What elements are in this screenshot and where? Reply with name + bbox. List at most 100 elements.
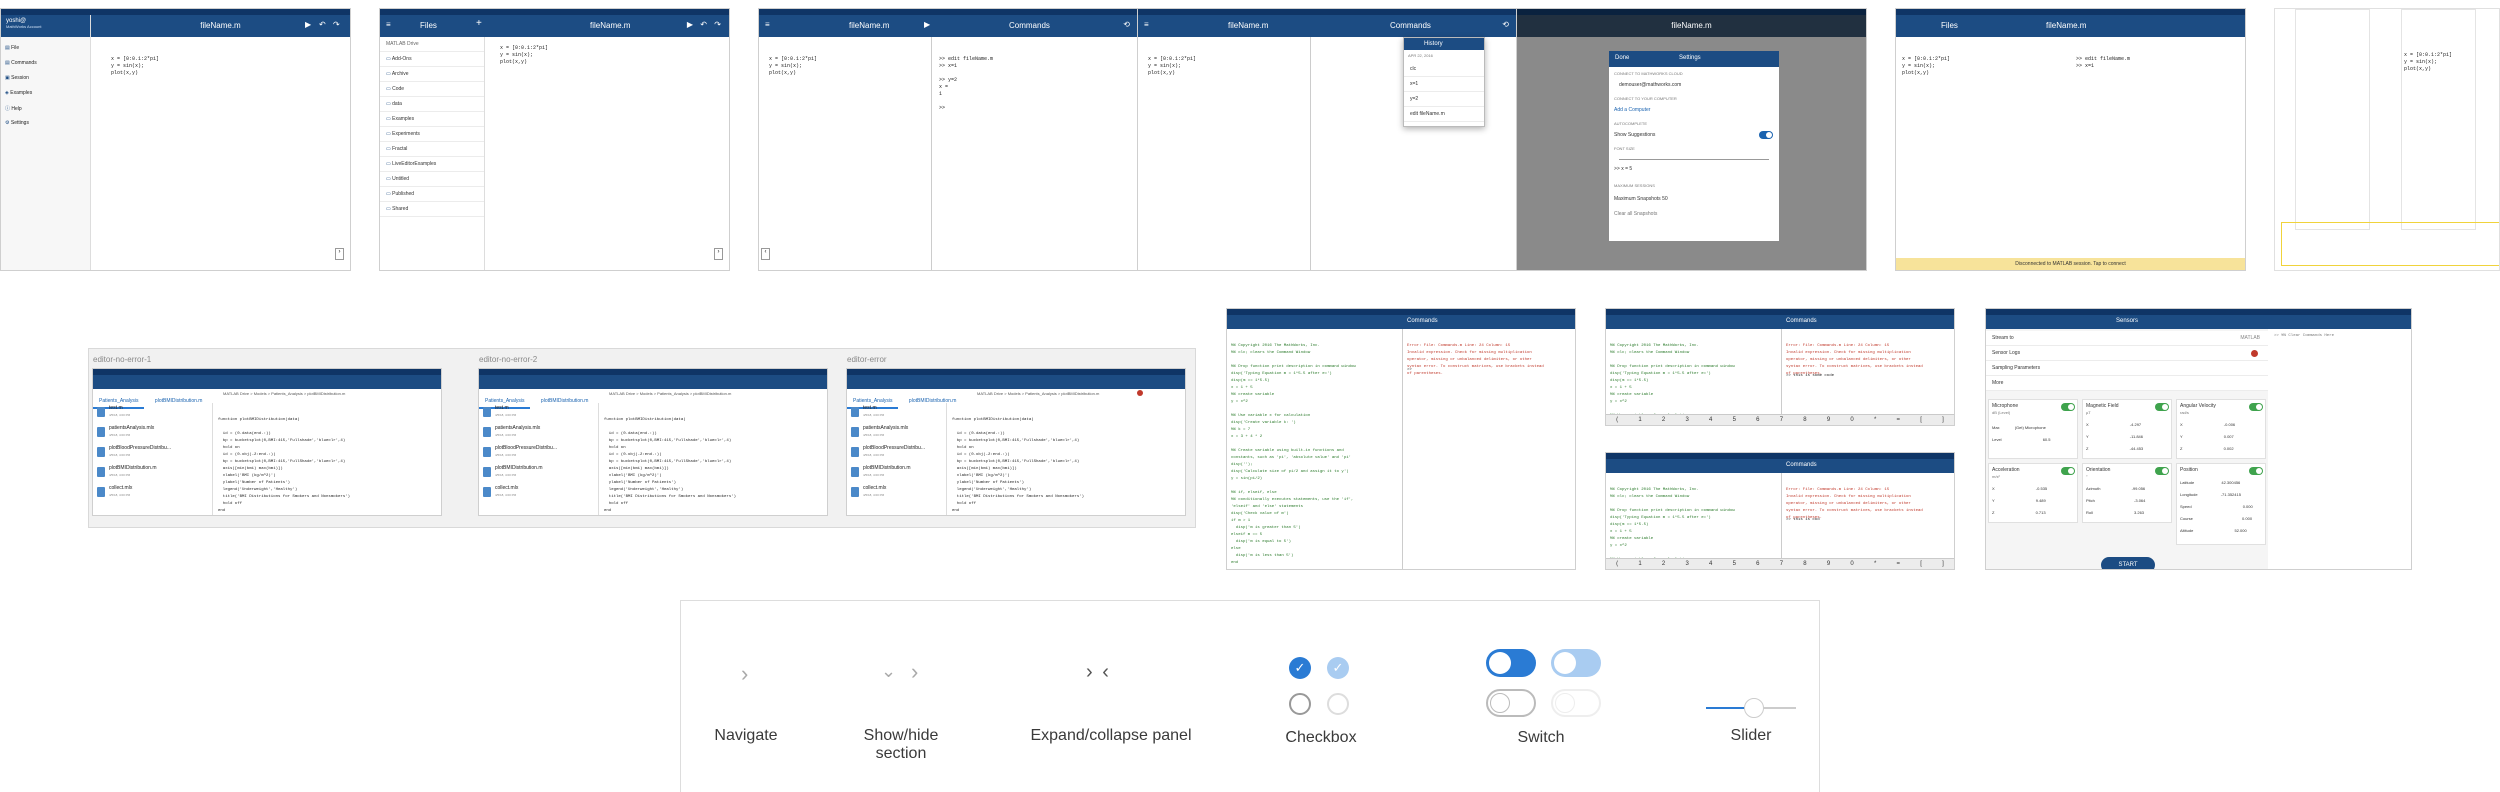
collapse-button[interactable]: ›	[335, 248, 344, 260]
account-header[interactable]: yoshi@ MathWorks Account	[1, 15, 90, 37]
key[interactable]: 5	[1733, 417, 1736, 423]
code-block[interactable]: x = [0:0.1:2*pi] y = sin(x); plot(x,y)	[1902, 42, 1950, 91]
undo-icon[interactable]: ↶	[700, 20, 707, 29]
chevron-down-icon[interactable]: ⌄	[881, 661, 896, 682]
menu-item-examples[interactable]: ◈ Examples	[5, 90, 32, 96]
navigate-icon[interactable]: ›	[741, 661, 748, 687]
menu-item-file[interactable]: ▤ File	[5, 45, 19, 51]
command-side[interactable]: >> %% Clear Commands Here	[2274, 333, 2334, 340]
start-button[interactable]: START	[2101, 557, 2155, 569]
editor-code[interactable]: %% Copyright 2016 The MathWorks, Inc.%% …	[1610, 475, 1735, 569]
code-block[interactable]: x = [0:0.1:2*pi] y = sin(x); plot(x,y)	[769, 42, 817, 91]
key[interactable]: [	[1920, 561, 1922, 567]
sensor-switch[interactable]	[2061, 467, 2075, 475]
list-item[interactable]: plotBloodPressureDistribu... 4/5/18, 4:00…	[97, 445, 171, 463]
editor-code[interactable]: %% Copyright 2016 The MathWorks, Inc.%% …	[1610, 331, 1735, 425]
key[interactable]: (	[1616, 417, 1618, 423]
more-row[interactable]: More	[1986, 376, 2268, 391]
list-item[interactable]: test.m 4/5/18, 4:00 PM	[97, 405, 130, 423]
list-item[interactable]: plotBMIDistribution.m 4/5/18, 4:00 PM	[97, 465, 157, 483]
command-input[interactable]: >> this is cod	[1786, 517, 1820, 524]
divider[interactable]	[1781, 473, 1782, 558]
folder-item[interactable]: ▭ data	[380, 97, 484, 112]
collapse-button[interactable]: ›	[714, 248, 723, 260]
key[interactable]: *	[1874, 561, 1876, 567]
key[interactable]: [	[1920, 417, 1922, 423]
history-item[interactable]: y=2	[1404, 92, 1484, 107]
sensor-switch[interactable]	[2155, 403, 2169, 411]
history-item[interactable]: edit fileName.m	[1404, 107, 1484, 122]
max-snapshots[interactable]: Maximum Snapshots 50	[1614, 196, 1668, 202]
menu-icon[interactable]: ≡	[386, 20, 391, 29]
key[interactable]: 1	[1638, 417, 1641, 423]
key[interactable]: 6	[1756, 417, 1759, 423]
sensor-switch[interactable]	[2249, 467, 2263, 475]
list-item[interactable]: patientsAnalysis.mlx 4/5/18, 4:00 PM	[483, 425, 540, 443]
chevron-right-icon[interactable]: ›	[911, 659, 918, 685]
menu-item-help[interactable]: ⓘ Help	[5, 105, 22, 112]
key[interactable]: 8	[1803, 417, 1806, 423]
clear-snapshots[interactable]: Clear all Snapshots	[1614, 211, 1657, 217]
key[interactable]: *	[1874, 417, 1876, 423]
menu-item-settings[interactable]: ⚙ Settings	[5, 120, 29, 126]
key[interactable]: 2	[1662, 561, 1665, 567]
key[interactable]: ]	[1942, 417, 1944, 423]
run-icon[interactable]: ▶	[305, 20, 314, 29]
switch-off[interactable]	[1486, 689, 1536, 717]
code-block[interactable]: x = [0:0.1:2*pi] y = sin(x); plot(x,y)	[111, 42, 159, 91]
suggestions-switch[interactable]	[1759, 131, 1773, 139]
expand-collapse-icon[interactable]: › ‹	[1086, 661, 1111, 684]
run-icon[interactable]: ▶	[924, 20, 930, 29]
editor-code[interactable]: %% Copyright 2016 The MathWorks, Inc.%% …	[1231, 331, 1356, 569]
list-item[interactable]: test.m 4/5/18, 4:00 PM	[483, 405, 516, 423]
key[interactable]: 4	[1709, 561, 1712, 567]
menu-item-commands[interactable]: ▤ Commands	[5, 60, 37, 66]
editor-code[interactable]: function plotBMIDistribution(data) id = …	[604, 405, 736, 515]
code-block[interactable]: x = [0:0.1:2*pi] y = sin(x); plot(x,y)	[1148, 42, 1196, 91]
key[interactable]: 3	[1685, 561, 1688, 567]
list-item[interactable]: collect.mlx 4/5/18, 4:00 PM	[97, 485, 132, 503]
key[interactable]: (	[1616, 561, 1618, 567]
folder-item[interactable]: ▭ Add-Ons	[380, 52, 484, 67]
redo-icon[interactable]: ↷	[714, 20, 721, 29]
divider[interactable]	[931, 37, 932, 270]
add-computer-link[interactable]: Add a Computer	[1614, 107, 1650, 113]
run-icon[interactable]: ▶	[687, 20, 693, 29]
menu-icon[interactable]: ≡	[1144, 20, 1149, 29]
switch-on-disabled[interactable]	[1551, 649, 1601, 677]
key[interactable]: 8	[1803, 561, 1806, 567]
key[interactable]: 2	[1662, 417, 1665, 423]
key[interactable]: 7	[1780, 417, 1783, 423]
done-button[interactable]: Done	[1615, 55, 1629, 61]
folder-item[interactable]: ▭ LiveEditorExamples	[380, 157, 484, 172]
slider-thumb[interactable]	[1743, 698, 1764, 718]
history-item[interactable]: x=1	[1404, 77, 1484, 92]
divider[interactable]	[1310, 37, 1311, 270]
add-icon[interactable]: +	[476, 18, 482, 29]
key[interactable]: 9	[1827, 561, 1830, 567]
sensor-switch[interactable]	[2061, 403, 2075, 411]
checkbox-unchecked-disabled[interactable]	[1327, 693, 1349, 715]
redo-icon[interactable]: ↷	[333, 20, 342, 29]
key[interactable]: =	[1897, 561, 1901, 567]
folder-item[interactable]: ▭ Published	[380, 187, 484, 202]
collapse-button[interactable]: ‹	[761, 248, 770, 260]
command-input[interactable]: >> this is some code	[1786, 373, 1834, 380]
menu-icon[interactable]: ≡	[765, 20, 770, 29]
divider[interactable]	[1402, 329, 1403, 569]
switch-on[interactable]	[1486, 649, 1536, 677]
checkbox-checked-disabled[interactable]: ✓	[1327, 657, 1349, 679]
key[interactable]: 0	[1850, 561, 1853, 567]
switch-off-disabled[interactable]	[1551, 689, 1601, 717]
list-item[interactable]: plotBloodPressureDistribu... 4/5/18, 4:00…	[851, 445, 925, 463]
checkbox-checked[interactable]: ✓	[1289, 657, 1311, 679]
list-item[interactable]: patientsAnalysis.mlx 4/5/18, 4:00 PM	[97, 425, 154, 443]
key[interactable]: 7	[1780, 561, 1783, 567]
key[interactable]: 6	[1756, 561, 1759, 567]
folder-item[interactable]: ▭ Code	[380, 82, 484, 97]
key[interactable]: 5	[1733, 561, 1736, 567]
command-output[interactable]: >> edit fileName.m >> x=1 >> y=2 x = 1 >>	[939, 42, 993, 126]
list-item[interactable]: plotBMIDistribution.m 4/5/18, 4:00 PM	[483, 465, 543, 483]
list-item[interactable]: plotBloodPressureDistribu... 4/5/18, 4:00…	[483, 445, 557, 463]
editor-code[interactable]: function plotBMIDistribution(data) id = …	[952, 405, 1084, 515]
